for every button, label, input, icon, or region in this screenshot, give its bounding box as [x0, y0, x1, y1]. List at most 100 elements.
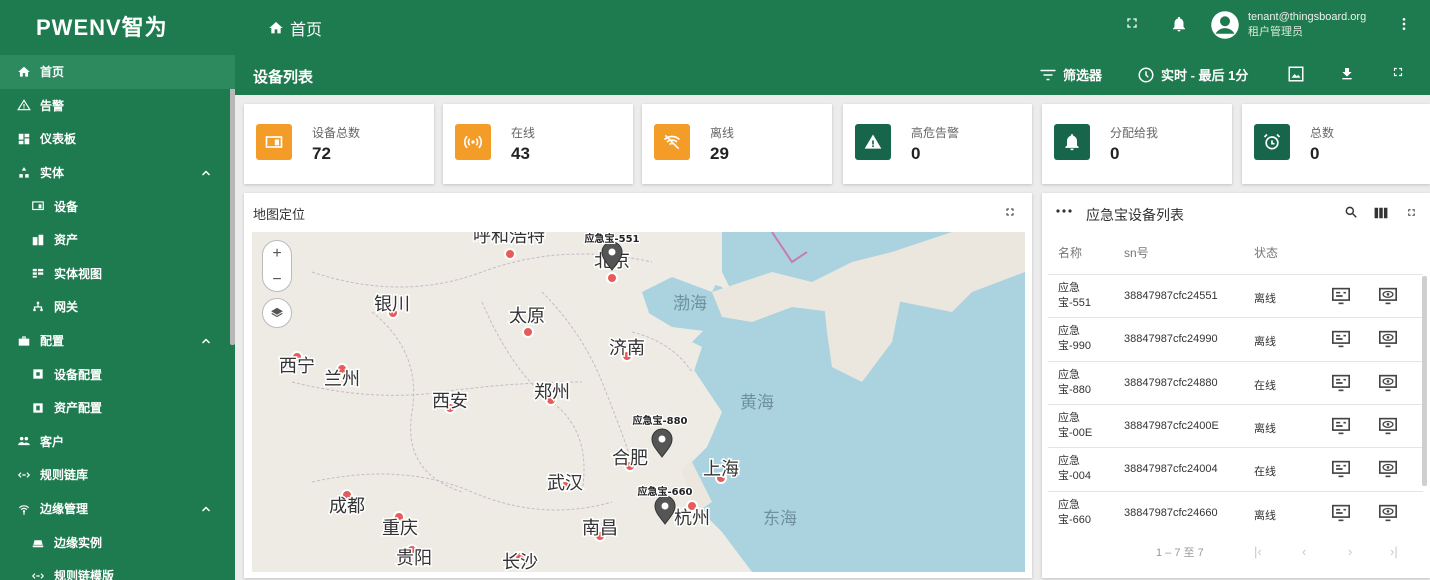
stat-card-signal[interactable]: 在线 43 [443, 104, 633, 184]
dashboard-view-button[interactable] [1331, 417, 1351, 440]
last-page-button[interactable]: ›| [1390, 544, 1398, 559]
export-image-button[interactable] [1287, 65, 1305, 83]
dashboard-view-button[interactable] [1331, 504, 1351, 527]
breadcrumb-home[interactable]: 首页 [268, 16, 322, 40]
bell-icon [1173, 16, 1185, 32]
stat-label: 设备总数 [312, 126, 361, 140]
chevron-up-icon[interactable] [200, 167, 212, 179]
stat-tile [1254, 124, 1290, 160]
sidebar-item-gateway[interactable]: 网关 [0, 290, 235, 324]
next-page-button[interactable]: › [1348, 544, 1352, 559]
stat-card-device[interactable]: 设备总数 72 [244, 104, 434, 184]
stat-value: 72 [312, 144, 331, 163]
table-fullscreen-icon[interactable] [1406, 207, 1417, 218]
table-row[interactable]: 应急宝-990 38847987cfc24990 离线 [1048, 317, 1423, 360]
sidebar-item-config[interactable]: 配置 [0, 324, 235, 358]
table-row[interactable]: 应急宝-660 38847987cfc24660 离线 [1048, 490, 1423, 534]
sidebar-item-rule-chain-template[interactable]: 规则链模版 [0, 559, 235, 580]
sidebar-item-edge-instance[interactable]: 边缘实例 [0, 525, 235, 559]
dashboard-view-button[interactable] [1331, 374, 1351, 397]
table-scrollbar[interactable] [1422, 276, 1427, 486]
map-canvas[interactable]: 呼和浩特北京银川太原济南西宁兰州西安郑州合肥武汉上海成都重庆南昌杭州贵阳长沙 渤… [252, 232, 1025, 572]
monitor-icon [1332, 504, 1350, 521]
sidebar-item-device[interactable]: 设备 [0, 189, 235, 223]
sidebar-item-customers[interactable]: 客户 [0, 425, 235, 459]
city-label: 西安 [432, 391, 468, 412]
chevron-up-icon[interactable] [200, 503, 212, 515]
details-button[interactable] [1378, 504, 1398, 527]
dashboard-view-button[interactable] [1331, 460, 1351, 483]
row-sn: 38847987cfc24990 [1124, 333, 1218, 346]
stat-card-bell[interactable]: 分配给我 0 [1042, 104, 1232, 184]
city-dot [504, 248, 516, 260]
filter-icon [1040, 69, 1056, 80]
fullscreen-button[interactable] [1124, 15, 1140, 31]
map-pin-center [608, 248, 616, 256]
map-fullscreen-icon[interactable] [1004, 206, 1016, 218]
chevron-up-icon[interactable] [200, 335, 212, 347]
monitor-icon [1332, 287, 1350, 305]
column-header-sn[interactable]: sn号 [1124, 244, 1149, 261]
stat-value: 0 [1110, 144, 1120, 163]
stat-value: 0 [1310, 144, 1320, 163]
sidebar: 首页告警仪表板 实体 设备资产实体视图网关配置 设备配置 资产配置 客户 规则链库 边缘管理边… [0, 55, 235, 580]
stat-label: 在线 [511, 126, 536, 140]
signal-icon [463, 135, 483, 149]
details-button[interactable] [1378, 460, 1398, 483]
table-row[interactable]: 应急宝-004 38847987cfc24004 在线 [1048, 447, 1423, 490]
sidebar-item-home[interactable]: 首页 [0, 55, 235, 89]
user-menu[interactable]: tenant@thingsboard.org 租户管理员 [1210, 10, 1366, 40]
sidebar-item-label: 告警 [40, 98, 65, 113]
details-button[interactable] [1378, 330, 1398, 353]
sidebar-item-rule-chain[interactable]: 规则链库 [0, 458, 235, 492]
sidebar-item-asset-profile[interactable]: 资产配置 [0, 391, 235, 425]
prev-page-button[interactable]: ‹ [1302, 544, 1306, 559]
stat-card-alert[interactable]: 高危告警 0 [843, 104, 1032, 184]
sidebar-item-device-profile[interactable]: 设备配置 [0, 357, 235, 391]
zoom-control[interactable]: + − [262, 240, 292, 292]
sidebar-item-label: 网关 [54, 300, 79, 315]
column-header-name[interactable]: 名称 [1058, 244, 1082, 261]
table-row[interactable]: 应急宝-880 38847987cfc24880 在线 [1048, 360, 1423, 404]
stat-card-alarm-clock[interactable]: 总数 0 [1242, 104, 1430, 184]
search-icon[interactable] [1344, 205, 1358, 219]
details-button[interactable] [1378, 374, 1398, 397]
notifications-button[interactable] [1170, 15, 1188, 33]
filter-button[interactable]: 筛选器 [1039, 65, 1102, 84]
sidebar-item-edge[interactable]: 边缘管理 [0, 492, 235, 526]
stat-label: 高危告警 [911, 126, 960, 140]
dashboard-fullscreen-button[interactable] [1391, 65, 1405, 79]
dashboard-view-button[interactable] [1331, 287, 1351, 310]
brand-logo[interactable]: PWENV智为 [36, 13, 196, 41]
layers-button[interactable] [262, 298, 292, 328]
table-row[interactable]: 应急宝-00E 38847987cfc2400E 离线 [1048, 403, 1423, 447]
sidebar-item-dashboard[interactable]: 仪表板 [0, 122, 235, 156]
account-avatar-icon [1211, 11, 1239, 39]
zoom-in-button[interactable]: + [263, 241, 291, 267]
details-button[interactable] [1378, 417, 1398, 440]
row-sn: 38847987cfc24004 [1124, 463, 1218, 476]
sidebar-item-entity[interactable]: 实体 [0, 156, 235, 190]
stat-card-wifi-off[interactable]: 离线 29 [642, 104, 832, 184]
first-page-button[interactable]: |‹ [1254, 544, 1262, 559]
sea-label: 渤海 [673, 294, 707, 314]
table-row[interactable]: 应急宝-551 38847987cfc24551 离线 [1048, 274, 1423, 317]
dashboard-view-button[interactable] [1331, 330, 1351, 353]
details-button[interactable] [1378, 287, 1398, 310]
stat-tile [855, 124, 891, 160]
sidebar-item-asset[interactable]: 资产 [0, 223, 235, 257]
sidebar-item-warning[interactable]: 告警 [0, 89, 235, 123]
download-button[interactable] [1339, 65, 1355, 83]
more-horiz-icon[interactable] [1056, 208, 1072, 214]
more-menu-button[interactable] [1396, 15, 1412, 33]
column-header-status[interactable]: 状态 [1254, 244, 1278, 261]
user-role: 租户管理员 [1248, 26, 1303, 38]
zoom-out-button[interactable]: − [263, 267, 291, 293]
sidebar-item-label: 资产 [54, 233, 79, 248]
eye-icon [1379, 287, 1397, 305]
city-dot [606, 272, 618, 284]
columns-icon[interactable] [1374, 207, 1388, 219]
timewindow-button[interactable]: 实时 - 最后 1分 [1137, 65, 1248, 84]
map-view[interactable]: 呼和浩特北京银川太原济南西宁兰州西安郑州合肥武汉上海成都重庆南昌杭州贵阳长沙 渤… [252, 232, 1025, 572]
sidebar-item-entity-view[interactable]: 实体视图 [0, 257, 235, 291]
